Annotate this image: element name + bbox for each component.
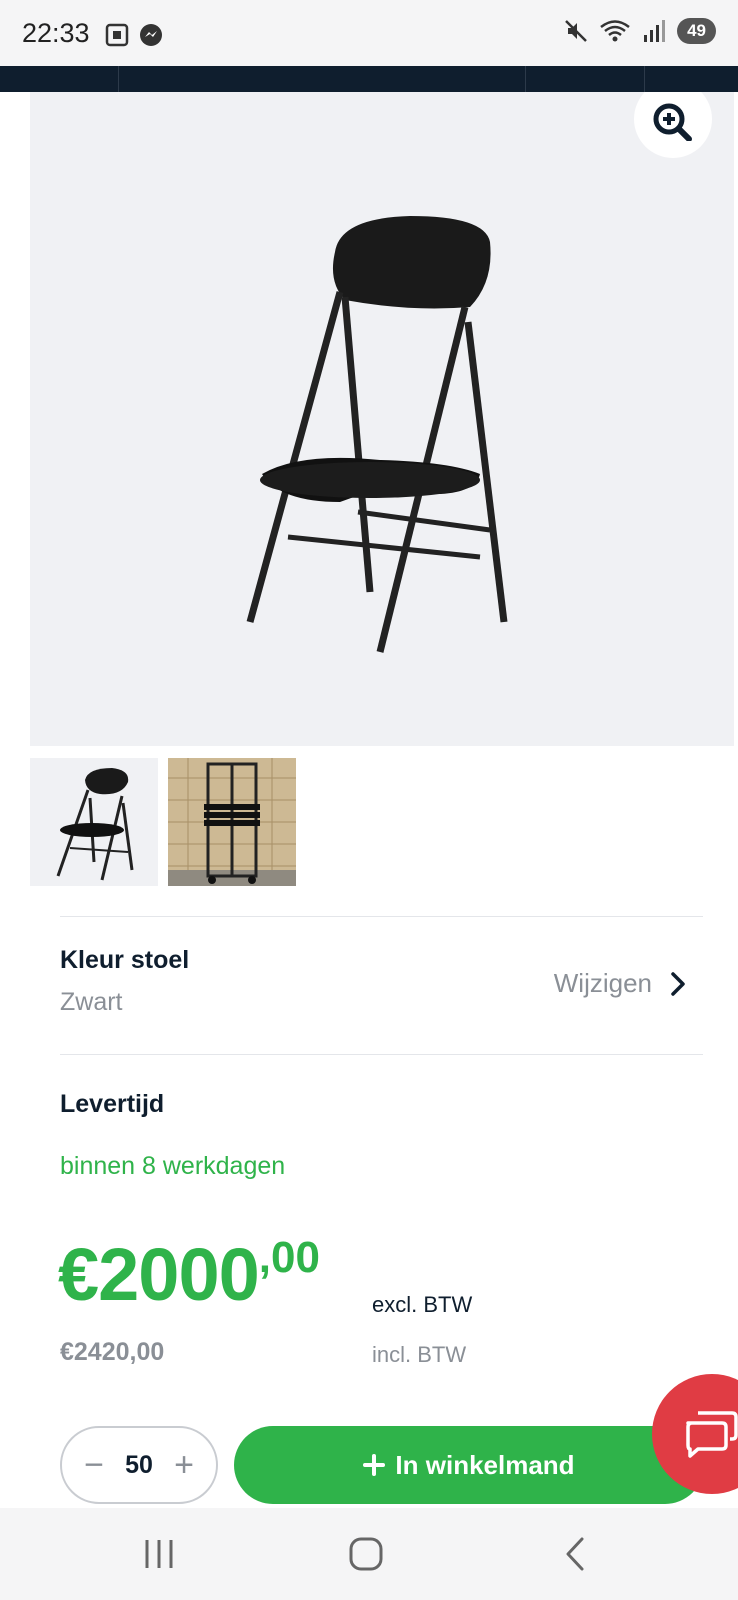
battery-indicator: 49 [677, 18, 716, 44]
quantity-stepper: − 50 + [60, 1426, 218, 1504]
divider [60, 1054, 703, 1055]
wifi-icon [600, 20, 630, 42]
zoom-in-icon [653, 103, 692, 141]
price-integer: €2000 [58, 1233, 260, 1316]
chair-illustration [246, 216, 508, 653]
plus-icon [363, 1454, 386, 1476]
change-color-button[interactable]: Wijzigen [554, 968, 686, 999]
color-option-value: Zwart [60, 988, 123, 1016]
chat-icon [686, 1411, 738, 1458]
trolley-thumbnail-image [168, 758, 296, 886]
home-icon[interactable] [346, 1534, 386, 1574]
decrement-button[interactable]: − [80, 1448, 108, 1482]
status-bar: 22:33 49 [0, 0, 738, 66]
divider [60, 916, 703, 917]
price-incl-vat: €2420,00 [60, 1338, 165, 1366]
system-navigation-bar [0, 1508, 738, 1600]
delivery-time-label: Levertijd [60, 1090, 165, 1118]
price-decimals: ,00 [258, 1233, 320, 1282]
messenger-icon [140, 24, 162, 46]
add-to-cart-label: In winkelmand [395, 1449, 575, 1480]
status-time: 22:33 [22, 18, 90, 48]
screenshot-icon [105, 23, 129, 47]
increment-button[interactable]: + [170, 1448, 198, 1482]
thumbnail-chair-trolley[interactable] [168, 758, 296, 886]
thumbnail-chair[interactable] [30, 758, 158, 886]
price-excl-vat: €2000 ,00 [58, 1233, 320, 1316]
product-image[interactable] [30, 92, 734, 746]
color-option-label: Kleur stoel [60, 946, 190, 974]
signal-icon [644, 20, 666, 42]
add-to-cart-button[interactable]: In winkelmand [234, 1426, 704, 1504]
status-notification-icons [104, 22, 164, 48]
site-header-band [0, 66, 738, 92]
delivery-time-value: binnen 8 werkdagen [60, 1152, 286, 1180]
recent-apps-icon[interactable] [142, 1534, 176, 1574]
chevron-right-icon [671, 971, 685, 996]
thumbnail-strip [30, 758, 296, 886]
excl-vat-label: excl. BTW [372, 1292, 473, 1317]
quantity-value[interactable]: 50 [125, 1451, 153, 1480]
mute-icon [565, 20, 587, 42]
status-system-icons: 49 [563, 18, 716, 44]
zoom-button[interactable] [634, 92, 712, 158]
incl-vat-label: incl. BTW [372, 1342, 467, 1367]
chair-thumbnail-image [56, 768, 134, 881]
change-color-label: Wijzigen [553, 968, 652, 998]
back-icon[interactable] [560, 1534, 590, 1574]
